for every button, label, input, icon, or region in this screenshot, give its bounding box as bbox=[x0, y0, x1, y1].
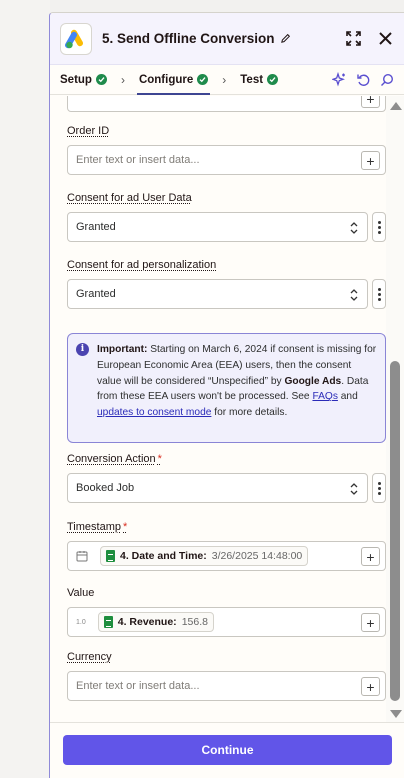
scroll-up-arrow-icon[interactable] bbox=[390, 102, 402, 110]
insert-data-button[interactable]: + bbox=[361, 613, 380, 632]
google-ads-logo-icon bbox=[60, 22, 92, 55]
select-arrows-icon bbox=[350, 289, 358, 301]
conversion-action-select[interactable]: Booked Job bbox=[67, 473, 368, 503]
tab-test-label: Test bbox=[240, 73, 264, 86]
consent-user-data-select[interactable]: Granted bbox=[67, 212, 368, 242]
field-options-button[interactable] bbox=[372, 279, 386, 309]
value-field: Value 1.0 4. Revenue: 156.8 + bbox=[67, 587, 386, 637]
data-pill[interactable]: 4. Revenue: 156.8 bbox=[97, 612, 214, 632]
notice-text: for more details. bbox=[211, 407, 288, 419]
number-type-icon: 1.0 bbox=[76, 618, 86, 626]
select-value: Granted bbox=[76, 221, 116, 233]
google-sheets-icon bbox=[106, 550, 115, 562]
continue-button[interactable]: Continue bbox=[63, 735, 392, 765]
order-id-input[interactable]: Enter text or insert data... + bbox=[67, 145, 386, 175]
close-icon[interactable] bbox=[376, 30, 394, 48]
check-circle-icon bbox=[95, 74, 107, 85]
field-options-button[interactable] bbox=[372, 212, 386, 242]
field-label-text: Conversion Action bbox=[67, 453, 156, 465]
tab-setup[interactable]: Setup bbox=[60, 65, 107, 95]
scrollbar-thumb[interactable] bbox=[390, 361, 400, 701]
notice-heading: Important: bbox=[97, 344, 148, 355]
insert-data-button[interactable]: + bbox=[361, 151, 380, 170]
vertical-scrollbar[interactable] bbox=[386, 96, 404, 722]
previous-field: + bbox=[67, 96, 386, 112]
pill-value: 156.8 bbox=[181, 616, 208, 628]
step-tabs: Setup › Configure › Test bbox=[50, 65, 404, 95]
consent-personalization-select[interactable]: Granted bbox=[67, 279, 368, 309]
select-value: Booked Job bbox=[76, 482, 135, 494]
consent-mode-updates-link[interactable]: updates to consent mode bbox=[97, 407, 211, 418]
timestamp-field: Timestamp * 4. Date and Time: 3/26/2025 1… bbox=[67, 521, 386, 571]
field-label-text: Timestamp bbox=[67, 521, 121, 533]
conversion-action-field: Conversion Action * Booked Job bbox=[67, 453, 386, 503]
field-label: Conversion Action * bbox=[67, 453, 386, 467]
search-icon[interactable] bbox=[380, 73, 394, 87]
field-options-button[interactable] bbox=[372, 473, 386, 503]
data-pill[interactable]: 4. Date and Time: 3/26/2025 14:48:00 bbox=[100, 546, 309, 566]
tab-configure[interactable]: Configure bbox=[136, 65, 211, 95]
undo-icon[interactable] bbox=[356, 72, 371, 87]
panel-footer: Continue bbox=[50, 722, 404, 778]
google-sheets-icon bbox=[103, 616, 113, 628]
required-mark: * bbox=[157, 453, 162, 465]
chevron-right-icon: › bbox=[222, 72, 227, 87]
form-content: + Order ID Enter text or insert data... … bbox=[50, 96, 386, 722]
order-id-field: Order ID Enter text or insert data... + bbox=[67, 125, 386, 175]
chevron-right-icon: › bbox=[120, 72, 125, 87]
field-label: Order ID bbox=[67, 125, 110, 137]
tab-configure-label: Configure bbox=[138, 73, 194, 86]
required-mark: * bbox=[123, 521, 128, 533]
currency-field: Currency Enter text or insert data... + bbox=[67, 651, 386, 701]
step-title[interactable]: 5. Send Offline Conversion bbox=[102, 31, 291, 46]
pill-value: 3/26/2025 14:48:00 bbox=[211, 550, 303, 562]
field-label: Value bbox=[67, 587, 95, 599]
field-label: Consent for ad personalization bbox=[67, 259, 217, 271]
expand-icon[interactable] bbox=[344, 30, 362, 48]
consent-notice: i Important: Starting on March 6, 2024 i… bbox=[67, 333, 386, 443]
panel-header: 5. Send Offline Conversion bbox=[50, 13, 404, 65]
consent-personalization-field: Consent for ad personalization Granted bbox=[67, 259, 386, 309]
consent-user-data-field: Consent for ad User Data Granted bbox=[67, 192, 386, 242]
field-label: Consent for ad User Data bbox=[67, 192, 192, 204]
pencil-icon[interactable] bbox=[280, 33, 291, 44]
step-editor-panel: 5. Send Offline Conversion Setup › Confi… bbox=[49, 12, 404, 778]
field-label: Currency bbox=[67, 651, 112, 663]
input-placeholder: Enter text or insert data... bbox=[76, 680, 200, 692]
select-arrows-icon bbox=[350, 222, 358, 234]
pill-label: 4. Revenue: bbox=[117, 616, 177, 628]
insert-data-button[interactable]: + bbox=[361, 677, 380, 696]
previous-field-input[interactable]: + bbox=[67, 96, 386, 112]
canvas-background bbox=[0, 0, 50, 778]
tab-setup-label: Setup bbox=[60, 73, 92, 86]
notice-brand: Google Ads bbox=[284, 375, 342, 387]
timestamp-input[interactable]: 4. Date and Time: 3/26/2025 14:48:00 + bbox=[67, 541, 386, 571]
currency-input[interactable]: Enter text or insert data... + bbox=[67, 671, 386, 701]
calendar-icon bbox=[76, 551, 88, 562]
check-circle-icon bbox=[267, 74, 279, 85]
input-placeholder: Enter text or insert data... bbox=[76, 154, 200, 166]
select-arrows-icon bbox=[350, 483, 358, 495]
pill-label: 4. Date and Time: bbox=[120, 550, 207, 562]
info-icon: i bbox=[76, 343, 89, 356]
select-value: Granted bbox=[76, 288, 116, 300]
scroll-down-arrow-icon[interactable] bbox=[390, 710, 402, 718]
insert-data-button[interactable]: + bbox=[361, 96, 380, 108]
step-title-text: 5. Send Offline Conversion bbox=[102, 31, 275, 46]
notice-text: and bbox=[337, 391, 358, 403]
value-input[interactable]: 1.0 4. Revenue: 156.8 + bbox=[67, 607, 386, 637]
check-circle-icon bbox=[197, 74, 209, 85]
ai-sparkle-icon[interactable] bbox=[332, 72, 347, 87]
insert-data-button[interactable]: + bbox=[361, 547, 380, 566]
tab-test[interactable]: Test bbox=[240, 65, 279, 95]
field-label: Timestamp * bbox=[67, 521, 386, 535]
faqs-link[interactable]: FAQs bbox=[312, 391, 337, 402]
